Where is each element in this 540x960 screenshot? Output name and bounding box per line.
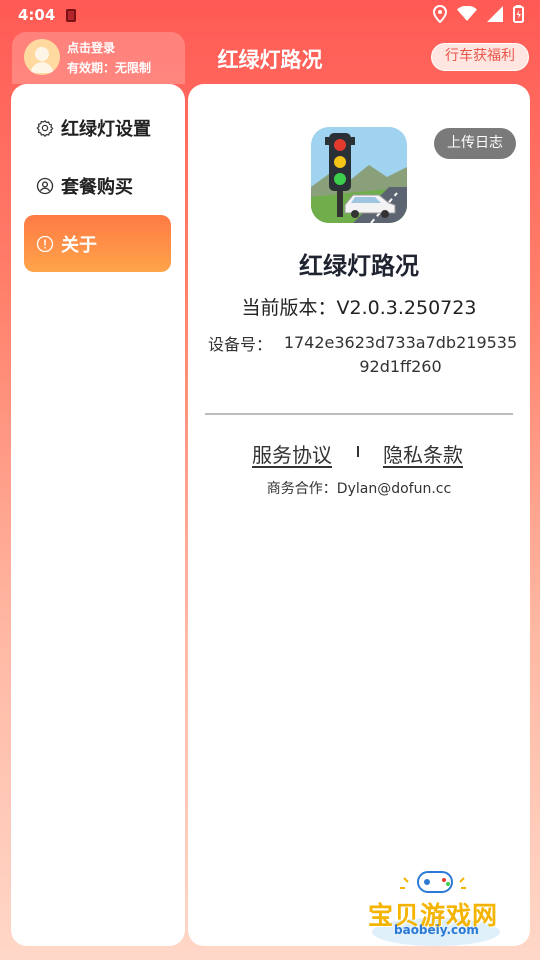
sidebar-item-label: 关于 (61, 234, 97, 256)
service-agreement-link[interactable]: 服务协议 (252, 439, 332, 468)
upload-log-button[interactable]: 上传日志 (434, 128, 516, 159)
link-separator (357, 446, 359, 457)
sidebar-item-label: 套餐购买 (61, 176, 133, 198)
watermark-url: baobeiy.com (394, 923, 479, 937)
sidebar-item-package-purchase[interactable]: 套餐购买 (24, 157, 171, 214)
app-name: 红绿灯路况 (299, 252, 419, 280)
wifi-icon (457, 6, 477, 22)
about-panel: 上传日志 红绿灯路况 当前版本：V2.0.3.250723 设备号： 1742e… (188, 84, 530, 946)
sim-card-icon (66, 9, 76, 22)
rewards-button[interactable]: 行车获福利 (431, 43, 529, 71)
battery-icon (513, 5, 524, 23)
status-bar: 4:04 (0, 0, 540, 32)
watermark-logo: 宝贝游戏网 baobeiy.com (364, 866, 514, 950)
signal-icon (487, 6, 503, 22)
info-circle-icon (36, 235, 54, 253)
version-text: 当前版本：V2.0.3.250723 (241, 297, 477, 319)
sidebar-item-about[interactable]: 关于 (24, 215, 171, 272)
privacy-policy-link[interactable]: 隐私条款 (383, 439, 463, 468)
app-logo (311, 127, 407, 223)
gear-icon (36, 119, 54, 137)
device-id-value: 1742e3623d733a7db21953592d1ff260 (283, 333, 518, 376)
business-contact: 商务合作：Dylan@dofun.cc (266, 481, 452, 497)
user-circle-icon (36, 177, 54, 195)
status-icons (433, 5, 524, 23)
sidebar-item-traffic-light-settings[interactable]: 红绿灯设置 (24, 99, 171, 156)
divider (205, 413, 513, 415)
sidebar: 红绿灯设置 套餐购买 关于 (11, 84, 185, 946)
device-id-label: 设备号： (208, 335, 273, 354)
status-time: 4:04 (18, 6, 56, 24)
location-icon (433, 5, 447, 23)
sidebar-item-label: 红绿灯设置 (61, 118, 151, 140)
